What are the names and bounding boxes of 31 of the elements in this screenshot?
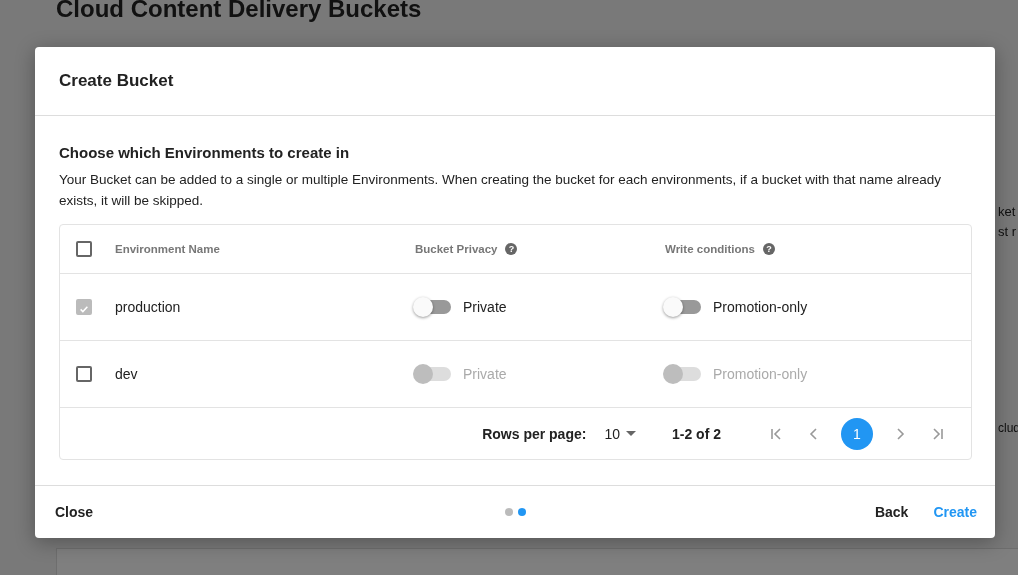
row-checkbox[interactable] [76, 299, 92, 315]
page-button[interactable]: 1 [841, 417, 873, 450]
last-page-icon[interactable] [931, 426, 945, 441]
page-range: 1-2 of 2 [672, 425, 721, 442]
write-toggle[interactable] [665, 300, 701, 314]
toggle-label: Private [463, 299, 507, 315]
first-page-icon[interactable] [769, 426, 783, 441]
create-button[interactable]: Create [933, 500, 977, 524]
toggle-label: Promotion-only [713, 299, 808, 315]
column-header: Write conditions [665, 243, 755, 255]
toggle-label: Private [463, 366, 507, 382]
toggle-label: Promotion-only [713, 366, 808, 382]
environment-name: dev [115, 366, 138, 382]
help-icon[interactable]: ? [762, 243, 775, 255]
description: Your Bucket can be added to a single or multiple Environments. When creating the bucket for each environments, if a bucket with that name already exists, it will be skipped. [59, 171, 942, 210]
rows-per-page-label: Rows per page: [482, 425, 587, 442]
background-text: ket [998, 204, 1016, 219]
close-button[interactable]: Close [55, 500, 94, 524]
dialog-title: Create Bucket [59, 71, 174, 91]
environment-name: production [115, 299, 181, 315]
section-title: Choose which Environments to create in [59, 144, 351, 161]
page-title: Cloud Content Delivery Buckets [56, 0, 422, 23]
privacy-toggle[interactable] [415, 300, 451, 314]
caret-icon [626, 431, 636, 436]
back-button[interactable]: Back [874, 500, 909, 524]
column-header: Bucket Privacy [415, 243, 498, 255]
rows-per-page-select[interactable]: 10 [604, 425, 636, 442]
background-text: st r [998, 224, 1017, 239]
select-all-checkbox[interactable] [76, 241, 92, 257]
column-header: Environment Name [115, 243, 220, 255]
help-icon[interactable]: ? [505, 243, 518, 255]
